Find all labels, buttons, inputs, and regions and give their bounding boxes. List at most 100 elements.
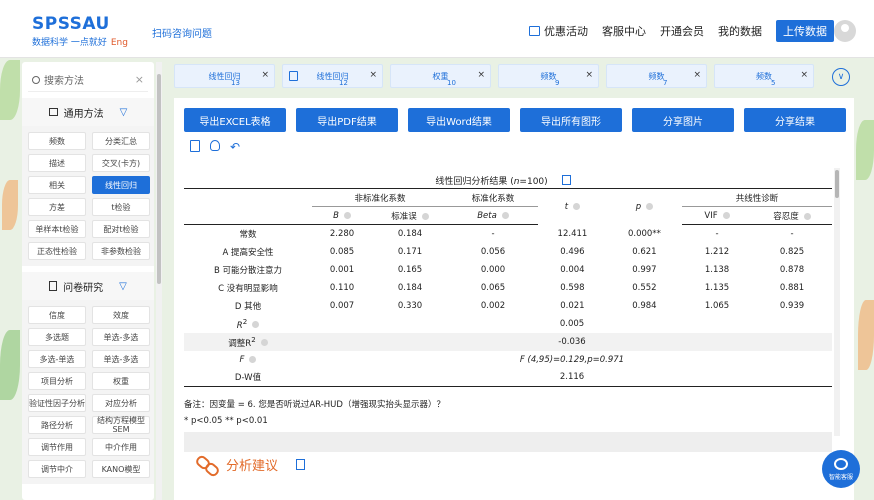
tab-result[interactable]: 频数 9 × <box>498 64 599 88</box>
chevron-down-icon[interactable]: ∨ <box>832 68 850 86</box>
nav-service-center[interactable]: 客服中心 <box>602 23 646 39</box>
search-input[interactable]: 搜索方法 <box>44 72 84 87</box>
method-item[interactable]: 对应分析 <box>92 394 150 412</box>
search-icon <box>32 75 40 84</box>
export-pdf-button[interactable]: 导出PDF结果 <box>296 108 398 132</box>
method-item[interactable]: 单选-多选 <box>92 350 150 368</box>
cell-beta: 0.065 <box>480 282 506 293</box>
nav-my-data[interactable]: 我的数据 <box>718 23 762 39</box>
upload-data-button[interactable]: 上传数据 <box>776 20 834 42</box>
avatar[interactable] <box>834 20 856 42</box>
method-item[interactable]: 方差 <box>28 198 86 216</box>
share-image-button[interactable]: 分享图片 <box>632 108 734 132</box>
row-name: A 提高安全性 <box>222 247 274 258</box>
header-b-label: B <box>333 210 339 221</box>
cell-vif: 1.135 <box>704 282 730 293</box>
scrollbar-thumb[interactable] <box>835 170 839 198</box>
method-item[interactable]: 结构方程模型SEM <box>92 416 150 434</box>
logo-slogan: 数据科学 一点就好 Eng <box>32 35 128 48</box>
header-collinearity: 共线性诊断 <box>682 188 832 207</box>
help-icon[interactable] <box>249 355 257 363</box>
document-icon[interactable] <box>190 140 200 152</box>
method-item[interactable]: 频数 <box>28 132 86 150</box>
method-item[interactable]: 描述 <box>28 154 86 172</box>
help-icon[interactable] <box>646 202 654 210</box>
section-general-methods[interactable]: 通用方法 ▽ <box>22 98 154 126</box>
method-item[interactable]: 非参数检验 <box>92 242 150 260</box>
export-excel-button[interactable]: 导出EXCEL表格 <box>184 108 286 132</box>
help-icon[interactable] <box>722 211 730 219</box>
method-item[interactable]: 调节中介 <box>28 460 86 478</box>
close-icon[interactable]: × <box>477 70 485 80</box>
tab-result[interactable]: 权重 10 × <box>390 64 491 88</box>
tab-result[interactable]: 线性回归 13 × <box>174 64 275 88</box>
method-item[interactable]: t检验 <box>92 198 150 216</box>
cell-b: 0.007 <box>329 300 355 311</box>
method-item[interactable]: 单选-多选 <box>92 328 150 346</box>
logo[interactable]: SPSSAU 数据科学 一点就好 Eng <box>32 14 128 48</box>
sidebar-scrollbar[interactable] <box>156 62 162 500</box>
method-item[interactable]: 分类汇总 <box>92 132 150 150</box>
method-item[interactable]: 权重 <box>92 372 150 390</box>
method-item[interactable]: 正态性检验 <box>28 242 86 260</box>
close-icon[interactable]: × <box>800 70 808 80</box>
method-item[interactable]: 配对t检验 <box>92 220 150 238</box>
table-row-f: F F (4,95)=0.129,p=0.971 <box>184 351 832 369</box>
copy-icon[interactable] <box>561 175 571 185</box>
method-item[interactable]: KANO模型 <box>92 460 150 478</box>
scan-consult-link[interactable]: 扫码咨询问题 <box>152 25 212 40</box>
help-icon[interactable] <box>260 339 268 347</box>
method-item[interactable]: 路径分析 <box>28 416 86 434</box>
help-icon[interactable] <box>343 211 351 219</box>
method-item[interactable]: 调节作用 <box>28 438 86 456</box>
help-icon[interactable] <box>421 212 429 220</box>
table-header-row: 非标准化系数 标准化系数 t p 共线性诊断 <box>184 188 832 225</box>
close-icon[interactable]: × <box>693 70 701 80</box>
language-switch[interactable]: Eng <box>111 38 128 48</box>
method-item[interactable]: 效度 <box>92 306 150 324</box>
method-item[interactable]: 项目分析 <box>28 372 86 390</box>
help-icon[interactable] <box>573 202 581 210</box>
share-result-button[interactable]: 分享结果 <box>744 108 846 132</box>
analysis-title: 分析建议 <box>226 458 279 474</box>
header-se-label: 标准误 <box>391 211 417 222</box>
header-vif: VIF <box>682 206 752 225</box>
header-beta-label: Beta <box>477 210 497 221</box>
method-item[interactable]: 多选题 <box>28 328 86 346</box>
method-item[interactable]: 中介作用 <box>92 438 150 456</box>
close-icon[interactable]: × <box>261 70 269 80</box>
undo-icon[interactable]: ↶ <box>230 140 240 154</box>
tab-result-active[interactable]: 线性回归 12 × <box>282 64 383 88</box>
help-icon[interactable] <box>501 211 509 219</box>
cell-se: 0.165 <box>397 264 423 275</box>
clear-icon[interactable]: × <box>135 73 144 86</box>
help-icon[interactable] <box>803 212 811 220</box>
method-item[interactable]: 信度 <box>28 306 86 324</box>
method-grid-questionnaire: 信度 效度 多选题 单选-多选 多选-单选 单选-多选 项目分析 权重 验证性因… <box>22 300 154 484</box>
chat-support-button[interactable]: 智能客服 <box>822 450 860 488</box>
document-icon[interactable] <box>296 458 306 470</box>
close-icon[interactable]: × <box>585 70 593 80</box>
scrollbar-thumb[interactable] <box>157 74 161 284</box>
export-word-button[interactable]: 导出Word结果 <box>408 108 510 132</box>
method-item[interactable]: 交叉(卡方) <box>92 154 150 172</box>
analysis-suggestion-header[interactable]: 分析建议 <box>196 454 306 474</box>
lightbulb-icon[interactable] <box>210 140 220 151</box>
chat-label: 智能客服 <box>828 473 853 481</box>
tab-result[interactable]: 频数 5 × <box>714 64 814 88</box>
method-item[interactable]: 多选-单选 <box>28 350 86 368</box>
help-icon[interactable] <box>252 321 260 329</box>
nav-promotions[interactable]: 优惠活动 <box>529 23 588 39</box>
close-icon[interactable]: × <box>369 70 377 80</box>
content-scrollbar[interactable] <box>834 168 840 436</box>
export-figures-button[interactable]: 导出所有图形 <box>520 108 622 132</box>
header-std: 标准化系数 <box>448 188 538 207</box>
method-item[interactable]: 相关 <box>28 176 86 194</box>
nav-membership[interactable]: 开通会员 <box>660 23 704 39</box>
search-box[interactable]: 搜索方法 × <box>28 68 148 92</box>
method-item[interactable]: 单样本t检验 <box>28 220 86 238</box>
tab-result[interactable]: 频数 7 × <box>606 64 707 88</box>
method-item-active[interactable]: 线性回归 <box>92 176 150 194</box>
method-item[interactable]: 验证性因子分析 <box>28 394 86 412</box>
section-questionnaire[interactable]: 问卷研究 ▽ <box>22 272 154 300</box>
